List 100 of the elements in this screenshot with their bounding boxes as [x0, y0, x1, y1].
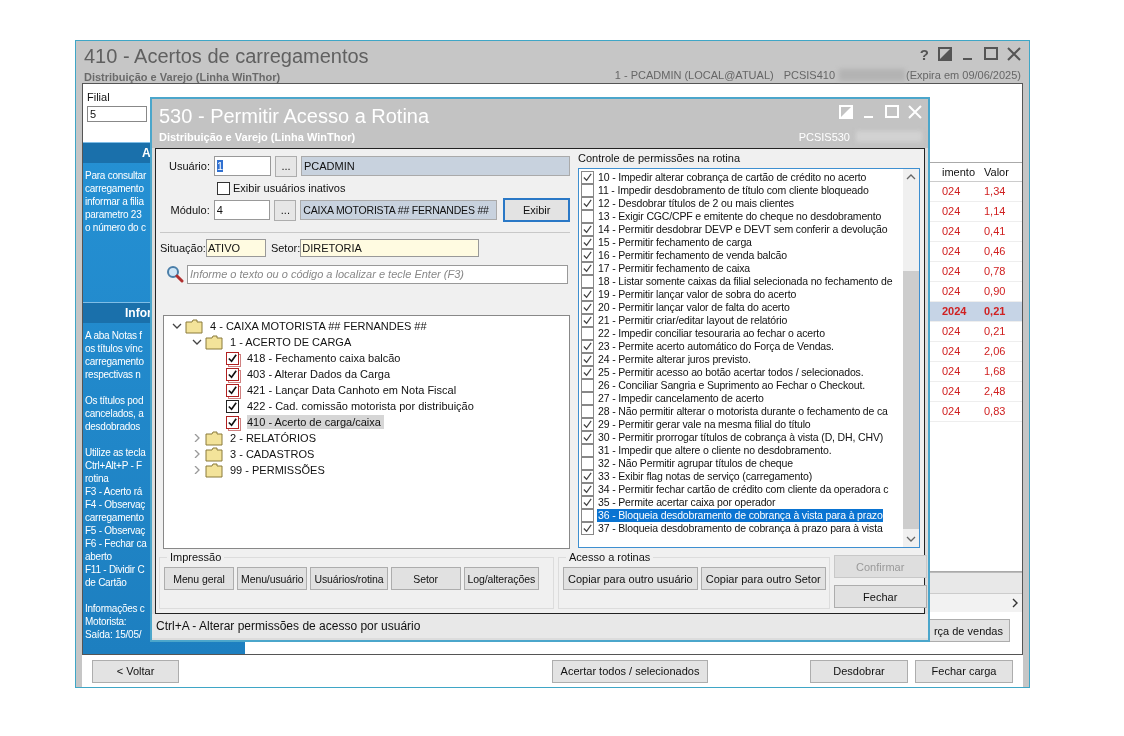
- permission-item[interactable]: 27 - Impedir cancelamento de acerto: [597, 392, 764, 405]
- footer-button[interactable]: Desdobrar: [810, 659, 908, 683]
- print-button[interactable]: Menu geral: [164, 567, 234, 590]
- checkbox[interactable]: [581, 171, 594, 184]
- lookup-button[interactable]: ...: [274, 199, 297, 221]
- print-button[interactable]: Log/alterações: [463, 567, 540, 590]
- permission-item[interactable]: 33 - Exibir flag notas de serviço (carregamento): [597, 470, 812, 483]
- permission-item[interactable]: 30 - Permitir prorrogar títulos de cobrança à vista (D, DH, CHV): [597, 431, 884, 444]
- chevron-right-icon[interactable]: [1011, 598, 1019, 608]
- checkbox[interactable]: [581, 496, 594, 509]
- checkbox[interactable]: [581, 444, 594, 457]
- filial-field[interactable]: 5: [87, 106, 147, 122]
- checkbox[interactable]: [581, 457, 594, 470]
- permission-item[interactable]: 26 - Conciliar Sangria e Suprimento ao Fechar o Checkout.: [597, 379, 865, 392]
- permission-item[interactable]: 35 - Permite acertar caixa por operador: [597, 496, 776, 509]
- permission-item[interactable]: 16 - Permitir fechamento de venda balcão: [597, 249, 787, 262]
- checkbox[interactable]: [581, 470, 594, 483]
- tree-item[interactable]: 421 - Lançar Data Canhoto em Nota Fiscal: [247, 383, 460, 397]
- permission-item[interactable]: 37 - Bloqueia desdobramento de cobrança à prazo para à vista: [597, 522, 883, 535]
- permission-item[interactable]: 17 - Permitir fechamento de caixa: [597, 262, 751, 275]
- permission-item[interactable]: 10 - Impedir alterar cobrança de cartão de crédito no acerto: [597, 171, 867, 184]
- permission-item[interactable]: 18 - Listar somente caixas da filial selecionada no fechamento de: [597, 275, 893, 288]
- checkbox[interactable]: [581, 197, 594, 210]
- permission-item[interactable]: 34 - Permitir fechar cartão de crédito com cliente da operadora c: [597, 483, 889, 496]
- tree-item[interactable]: 422 - Cad. comissão motorista por distribuição: [247, 399, 477, 413]
- permission-item[interactable]: 36 - Bloqueia desdobramento de cobrança à vista para à prazo: [597, 509, 883, 522]
- checkbox[interactable]: [581, 249, 594, 262]
- copy-button[interactable]: Copiar para outro Setor: [700, 567, 826, 590]
- settle-button[interactable]: Acertar todos / selecionados: [552, 659, 708, 683]
- print-button[interactable]: Menu/usuário: [237, 567, 308, 590]
- checkbox[interactable]: [581, 431, 594, 444]
- checkbox[interactable]: [581, 327, 594, 340]
- scroll-thumb[interactable]: [903, 271, 919, 529]
- tree-item[interactable]: 1 - ACERTO DE CARGA: [230, 336, 352, 348]
- chevron-down-icon[interactable]: [172, 322, 182, 330]
- contrast-icon[interactable]: [938, 47, 952, 61]
- checkbox[interactable]: [581, 366, 594, 379]
- checkbox[interactable]: [217, 181, 230, 195]
- tree-item[interactable]: 2 - RELATÓRIOS: [230, 432, 316, 444]
- checkbox[interactable]: [581, 236, 594, 249]
- permission-item[interactable]: 28 - Não permitir alterar o motorista durante o fechamento de ca: [597, 405, 888, 418]
- checkbox[interactable]: [581, 379, 594, 392]
- permission-item[interactable]: 29 - Permitir gerar vale na mesma filial do título: [597, 418, 811, 431]
- tree-item[interactable]: 3 - CADASTROS: [230, 448, 315, 460]
- permission-item[interactable]: 11 - Impedir desdobramento de título com cliente bloqueado: [597, 184, 869, 197]
- checkbox[interactable]: [581, 392, 594, 405]
- maximize-icon[interactable]: [984, 47, 998, 61]
- permission-item[interactable]: 15 - Permitir fechamento de carga: [597, 236, 752, 249]
- permission-item[interactable]: 21 - Permitir criar/editar layout de relatório: [597, 314, 788, 327]
- copy-button[interactable]: Copiar para outro usuário: [563, 567, 698, 590]
- close-icon[interactable]: [1007, 47, 1021, 61]
- checkbox[interactable]: [226, 399, 239, 413]
- scroll-up-icon[interactable]: [906, 173, 916, 181]
- tree-item[interactable]: 4 - CAIXA MOTORISTA ## FERNANDES ##: [210, 320, 427, 332]
- tree-item[interactable]: 418 - Fechamento caixa balcão: [247, 351, 404, 365]
- scroll-down-icon[interactable]: [906, 535, 916, 543]
- checkbox[interactable]: [581, 405, 594, 418]
- search-field[interactable]: Informe o texto ou o código a localizar e tecle Enter (F3): [187, 264, 568, 284]
- permission-item[interactable]: 12 - Desdobrar títulos de 2 ou mais clientes: [597, 197, 794, 210]
- checkbox[interactable]: [581, 483, 594, 496]
- column-header[interactable]: imento: [926, 163, 978, 181]
- checkbox[interactable]: [581, 522, 594, 535]
- checkbox[interactable]: [581, 353, 594, 366]
- module-code-field[interactable]: 4: [213, 200, 271, 220]
- checkbox[interactable]: [581, 509, 594, 522]
- permission-item[interactable]: 32 - Não Permitir agrupar títulos de cheque: [597, 457, 793, 470]
- chevron-down-icon[interactable]: [192, 338, 202, 346]
- footer-button[interactable]: Fechar carga: [915, 659, 1013, 683]
- show-button[interactable]: Exibir: [503, 198, 570, 222]
- permission-item[interactable]: 25 - Permitir acesso ao botão acertar todos / selecionados.: [597, 366, 864, 379]
- action-button[interactable]: Fechar: [833, 585, 927, 608]
- tree-item[interactable]: 403 - Alterar Dados da Carga: [247, 367, 394, 381]
- checkbox[interactable]: [581, 210, 594, 223]
- checkbox[interactable]: [581, 288, 594, 301]
- print-button[interactable]: Usuários/rotina: [310, 567, 388, 590]
- checkbox[interactable]: [581, 223, 594, 236]
- checkbox[interactable]: [581, 262, 594, 275]
- lookup-button[interactable]: ...: [275, 155, 297, 177]
- permission-item[interactable]: 23 - Permite acerto automático do Força de Vendas.: [597, 340, 834, 353]
- checkbox[interactable]: [581, 340, 594, 353]
- column-header[interactable]: Valor: [978, 163, 1022, 181]
- checkbox[interactable]: [581, 314, 594, 327]
- permission-item[interactable]: 22 - Impedir conciliar tesouraria ao fechar o acerto: [597, 327, 825, 340]
- back-button[interactable]: < Voltar: [92, 659, 179, 683]
- scrollbar[interactable]: [903, 169, 919, 547]
- help-button[interactable]: ?: [919, 45, 929, 63]
- permission-item[interactable]: 20 - Permitir lançar valor de falta do acerto: [597, 301, 790, 314]
- tree-item[interactable]: 99 - PERMISSÕES: [230, 464, 325, 476]
- user-code-field[interactable]: 1: [214, 156, 271, 176]
- permission-item[interactable]: 24 - Permite alterar juros previsto.: [597, 353, 751, 366]
- checkbox[interactable]: [581, 275, 594, 288]
- checkbox[interactable]: [581, 418, 594, 431]
- tree-item[interactable]: 410 - Acerto de carga/caixa: [247, 415, 384, 429]
- permission-item[interactable]: 13 - Exigir CGC/CPF e emitente do cheque no desdobramento: [597, 210, 882, 223]
- checkbox[interactable]: [581, 184, 594, 197]
- permission-item[interactable]: 14 - Permitir desdobrar DEVP e DEVT sem conferir a devolução: [597, 223, 888, 236]
- permission-item[interactable]: 19 - Permitir lançar valor de sobra do acerto: [597, 288, 797, 301]
- print-button[interactable]: Setor: [390, 567, 461, 590]
- permission-item[interactable]: 31 - Impedir que altere o cliente no desdobramento.: [597, 444, 832, 457]
- checkbox[interactable]: [581, 301, 594, 314]
